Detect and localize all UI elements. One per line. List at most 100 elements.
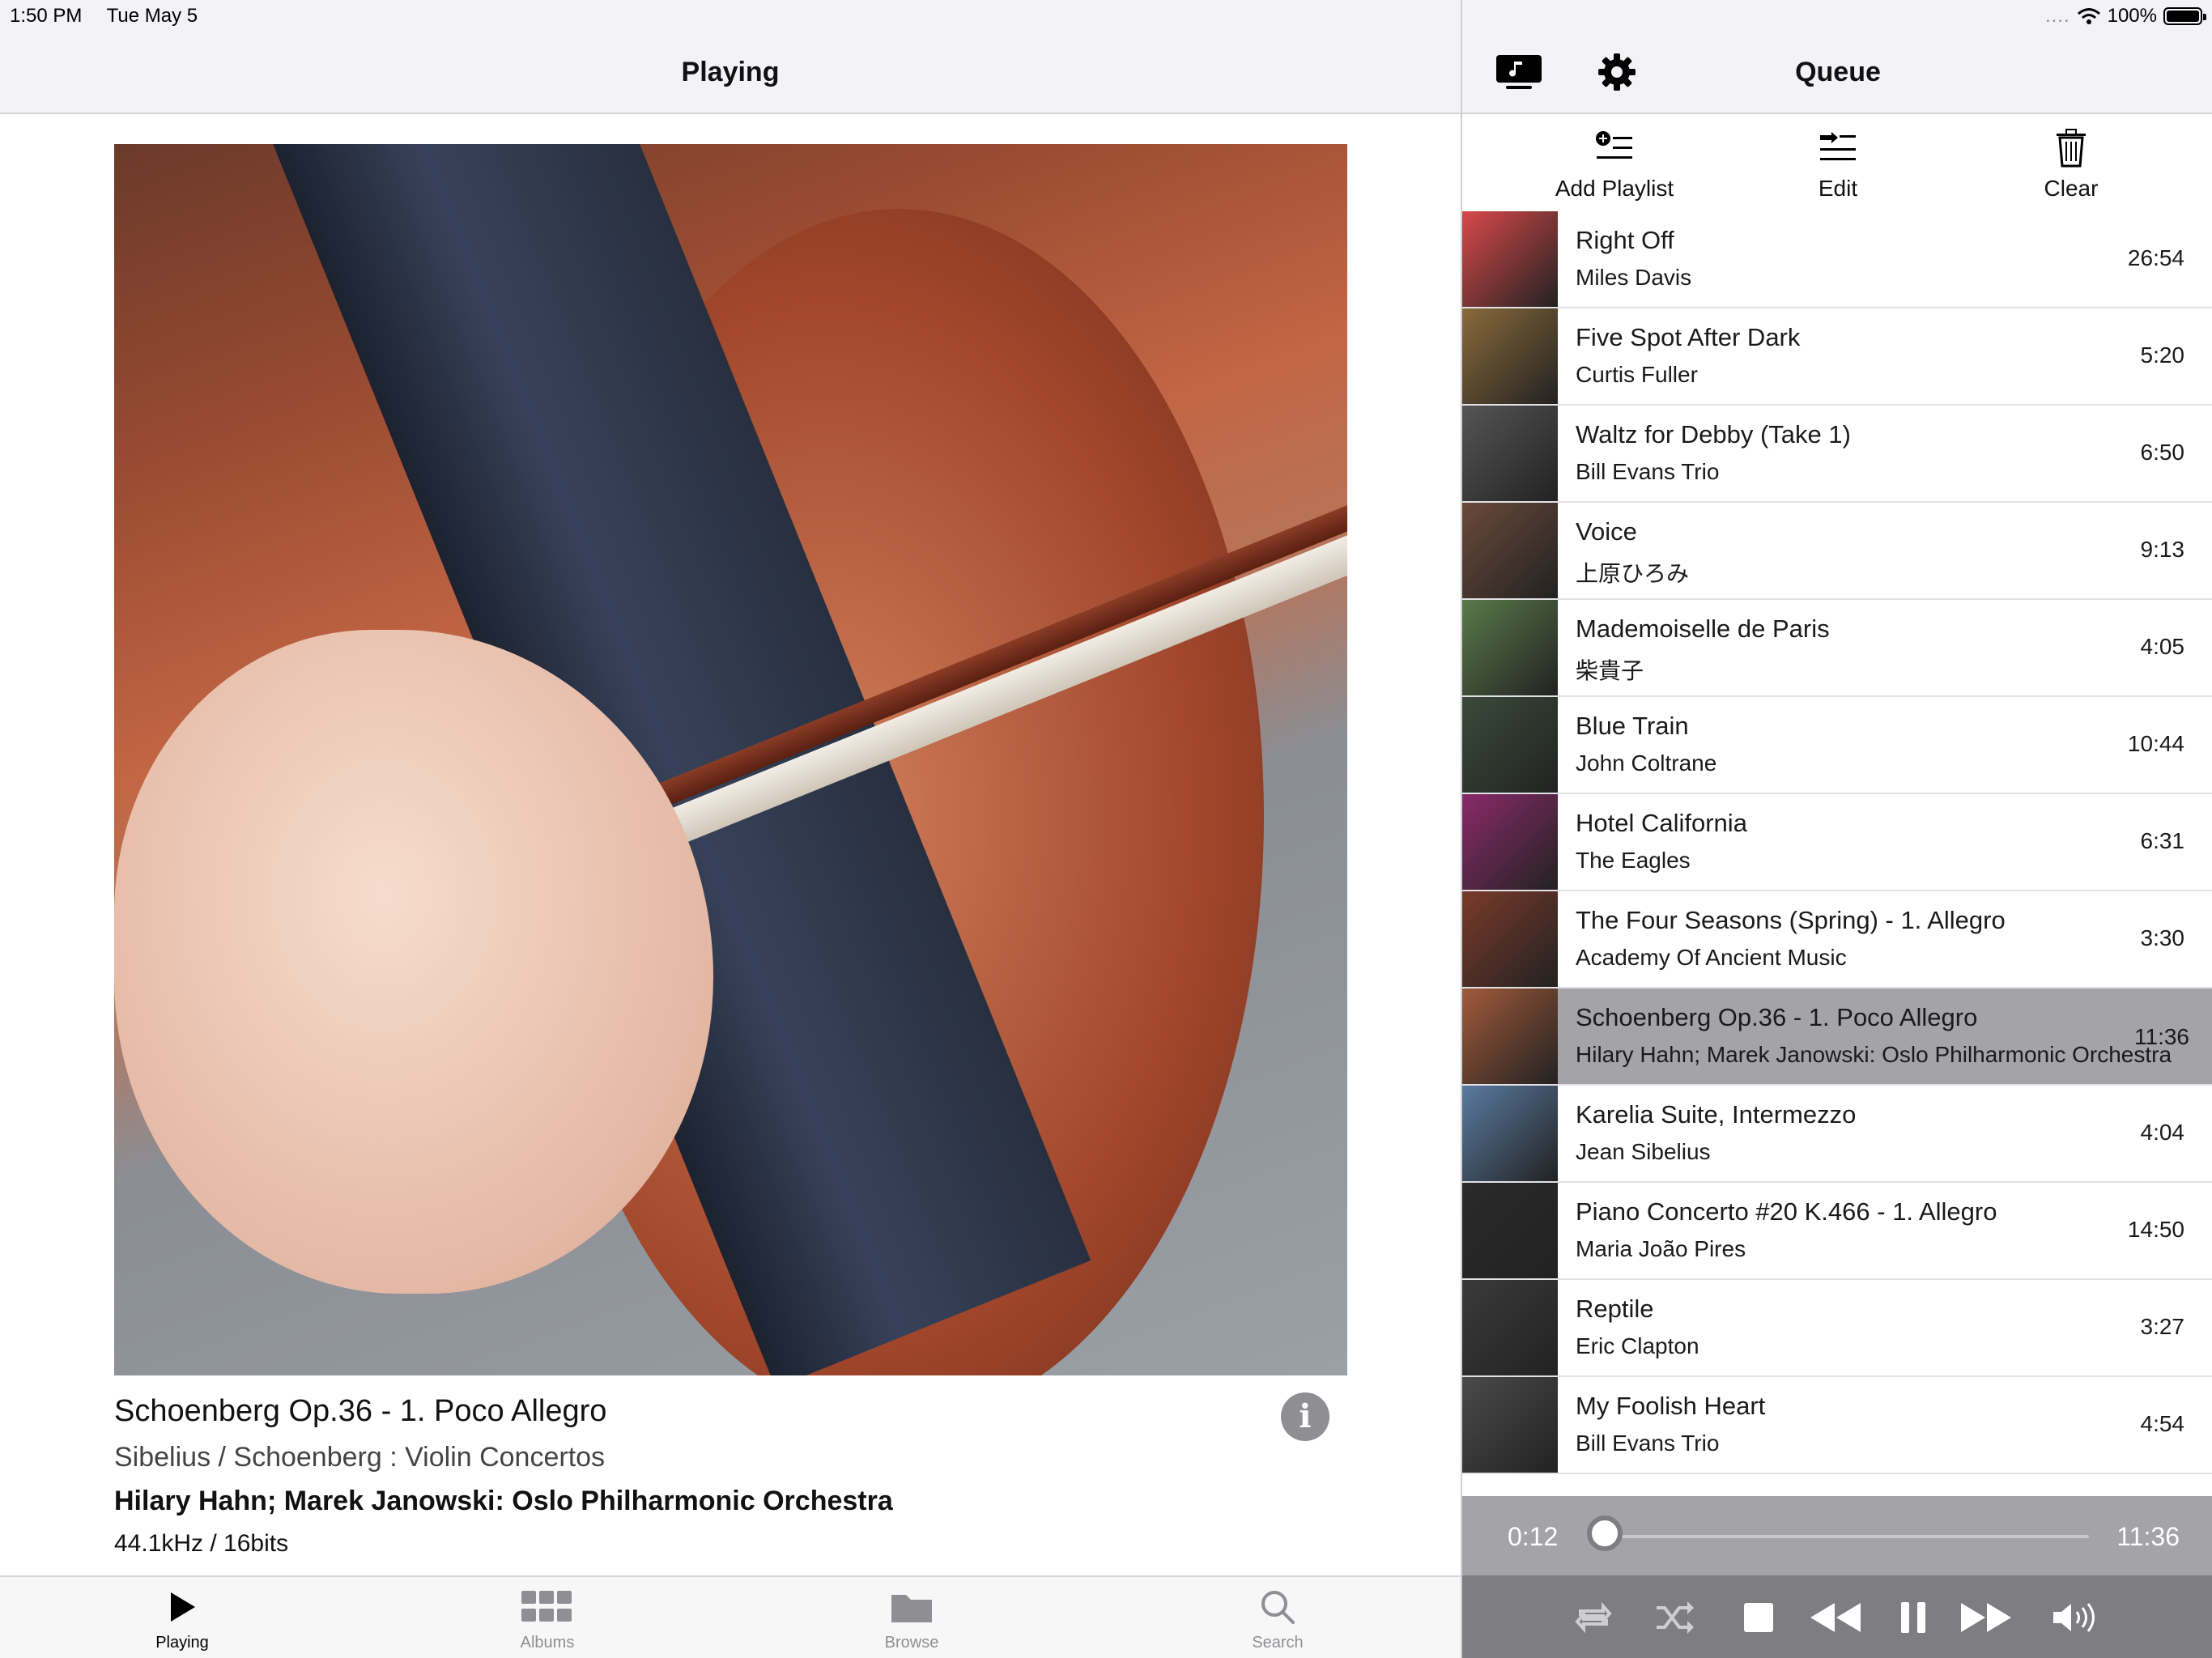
queue-row-duration: 3:30 xyxy=(2140,925,2185,950)
queue-title: Queue xyxy=(1795,57,1881,87)
queue-row[interactable]: The Four Seasons (Spring) - 1. Allegro A… xyxy=(1462,891,2212,988)
battery-percent: 100% xyxy=(2107,5,2157,27)
grid-icon xyxy=(466,1587,628,1627)
queue-row-duration: 14:50 xyxy=(2127,1217,2184,1242)
folder-icon xyxy=(831,1587,993,1627)
album-artwork[interactable] xyxy=(114,144,1347,1375)
queue-row[interactable]: Five Spot After Dark Curtis Fuller 5:20 xyxy=(1462,308,2212,406)
queue-row-duration: 4:54 xyxy=(2140,1411,2185,1436)
tab-playing[interactable]: Playing xyxy=(101,1587,263,1652)
tab-albums-label: Albums xyxy=(520,1634,575,1652)
queue-row-title: The Four Seasons (Spring) - 1. Allegro xyxy=(1576,906,2006,934)
queue-row-artist: 上原ひろみ xyxy=(1576,561,1690,586)
queue-row-artist: The Eagles xyxy=(1576,848,1691,873)
add-playlist-button[interactable]: Add Playlist xyxy=(1525,125,1704,202)
queue-row-title: Five Spot After Dark xyxy=(1576,323,1801,351)
album-thumbnail xyxy=(1462,211,1558,307)
total-time: 11:36 xyxy=(2116,1522,2180,1551)
album-thumbnail xyxy=(1462,406,1558,501)
tab-search-label: Search xyxy=(1252,1634,1304,1652)
cellular-icon: .... xyxy=(2044,5,2070,27)
queue-row-title: Blue Train xyxy=(1576,712,1689,740)
queue-row[interactable]: My Foolish Heart Bill Evans Trio 4:54 xyxy=(1462,1377,2212,1474)
queue-row[interactable]: Piano Concerto #20 K.466 - 1. Allegro Ma… xyxy=(1462,1183,2212,1280)
add-list-icon xyxy=(1525,125,1704,171)
queue-row[interactable]: Hotel California The Eagles 6:31 xyxy=(1462,794,2212,891)
previous-button[interactable] xyxy=(1809,1595,1862,1640)
album-thumbnail xyxy=(1462,1280,1558,1375)
audio-format: 44.1kHz / 16bits xyxy=(114,1530,289,1557)
queue-row-artist: Jean Sibelius xyxy=(1576,1139,1711,1164)
pause-button[interactable] xyxy=(1899,1595,1927,1640)
queue-row-duration: 26:54 xyxy=(2127,245,2184,270)
tab-search[interactable]: Search xyxy=(1197,1587,1359,1652)
stop-icon xyxy=(1744,1603,1773,1632)
queue-row-artist: Eric Clapton xyxy=(1576,1333,1699,1358)
stop-button[interactable] xyxy=(1742,1595,1775,1640)
album-thumbnail xyxy=(1462,697,1558,793)
shuffle-button[interactable] xyxy=(1655,1595,1695,1640)
queue-row-duration: 6:31 xyxy=(2140,828,2185,853)
queue-row-title: Mademoiselle de Paris xyxy=(1576,614,1830,643)
queue-row-artist: Academy Of Ancient Music xyxy=(1576,945,1847,970)
queue-row-artist: 柴貴子 xyxy=(1576,658,1644,683)
queue-row-duration: 5:20 xyxy=(2140,342,2185,368)
queue-row-duration: 6:50 xyxy=(2140,440,2185,465)
trash-icon xyxy=(1982,125,2160,171)
tab-browse[interactable]: Browse xyxy=(831,1587,993,1652)
queue-row-duration: 11:36 xyxy=(2134,1024,2189,1049)
queue-row-artist: Maria João Pires xyxy=(1576,1236,1746,1261)
add-playlist-label: Add Playlist xyxy=(1555,176,1674,201)
artist-name: Hilary Hahn; Marek Janowski: Oslo Philha… xyxy=(114,1486,893,1516)
repeat-button[interactable] xyxy=(1574,1595,1613,1640)
status-date: Tue May 5 xyxy=(106,5,198,27)
queue-row-artist: Bill Evans Trio xyxy=(1576,1431,1720,1456)
edit-label: Edit xyxy=(1818,176,1858,201)
queue-row[interactable]: Karelia Suite, Intermezzo Jean Sibelius … xyxy=(1462,1086,2212,1183)
queue-row-title: Right Off xyxy=(1576,226,1674,254)
volume-button[interactable] xyxy=(2052,1595,2099,1640)
queue-row[interactable]: Mademoiselle de Paris 柴貴子 4:05 xyxy=(1462,600,2212,697)
next-button[interactable] xyxy=(1959,1595,2013,1640)
queue-row-duration: 9:13 xyxy=(2140,537,2185,562)
queue-toolbar: Add Playlist Edit Clear xyxy=(1462,116,2212,211)
queue-row-title: Karelia Suite, Intermezzo xyxy=(1576,1100,1857,1129)
tab-browse-label: Browse xyxy=(884,1634,939,1652)
queue-row-title: Voice xyxy=(1576,517,1637,546)
queue-row[interactable]: Right Off Miles Davis 26:54 xyxy=(1462,211,2212,308)
repeat-icon xyxy=(1575,1601,1612,1634)
album-thumbnail xyxy=(1462,891,1558,987)
status-left: 1:50 PM Tue May 5 xyxy=(10,5,217,28)
info-button[interactable]: i xyxy=(1281,1392,1329,1441)
clear-button[interactable]: Clear xyxy=(1982,125,2160,202)
queue-row-current[interactable]: Schoenberg Op.36 - 1. Poco Allegro Hilar… xyxy=(1462,988,2212,1086)
album-title: Sibelius / Schoenberg : Violin Concertos xyxy=(114,1442,606,1473)
pause-icon xyxy=(1901,1602,1925,1633)
queue-row[interactable]: Reptile Eric Clapton 3:27 xyxy=(1462,1280,2212,1377)
rewind-icon xyxy=(1810,1603,1861,1632)
queue-row-artist: Miles Davis xyxy=(1576,265,1692,290)
playback-controls xyxy=(1462,1575,2212,1658)
play-icon xyxy=(101,1587,263,1627)
edit-button[interactable]: Edit xyxy=(1749,125,1927,202)
album-thumbnail xyxy=(1462,308,1558,404)
album-thumbnail xyxy=(1462,1086,1558,1181)
tab-albums[interactable]: Albums xyxy=(466,1587,628,1652)
now-playing-title: Playing xyxy=(681,57,780,87)
progress-knob[interactable] xyxy=(1587,1516,1623,1551)
queue-row[interactable]: Blue Train John Coltrane 10:44 xyxy=(1462,697,2212,794)
album-thumbnail xyxy=(1462,503,1558,598)
queue-row-duration: 3:27 xyxy=(2140,1314,2185,1339)
battery-fill xyxy=(2167,11,2199,22)
progress-slider[interactable] xyxy=(1597,1535,2089,1538)
tab-bar: Playing Albums Browse Search xyxy=(0,1575,1461,1658)
fast-forward-icon xyxy=(1961,1603,2011,1632)
progress-area: 0:12 11:36 xyxy=(1462,1496,2212,1575)
edit-list-icon xyxy=(1749,125,1927,171)
queue-row[interactable]: Waltz for Debby (Take 1) Bill Evans Trio… xyxy=(1462,406,2212,503)
queue-row[interactable]: Voice 上原ひろみ 9:13 xyxy=(1462,503,2212,600)
queue-row-artist: Hilary Hahn; Marek Janowski: Oslo Philha… xyxy=(1576,1042,2172,1067)
battery-icon xyxy=(2163,7,2206,25)
album-thumbnail xyxy=(1462,794,1558,890)
shuffle-icon xyxy=(1657,1601,1694,1634)
